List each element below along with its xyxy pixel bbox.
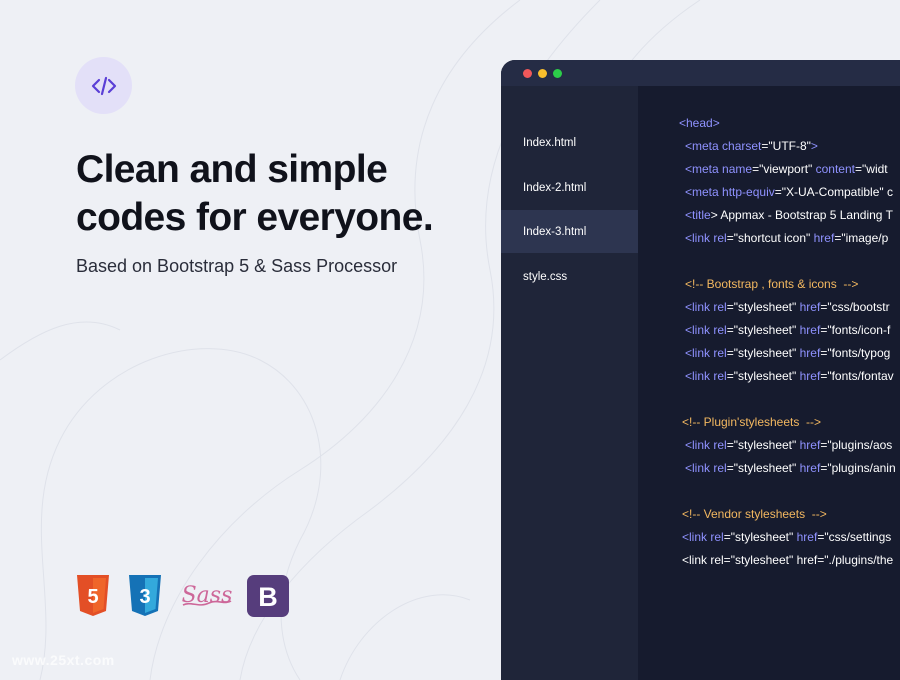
file-item-index-html[interactable]: Index.html [501, 121, 638, 164]
code-line: <link rel="stylesheet" href="plugins/aos [685, 438, 893, 452]
hero-headline: Clean and simple codes for everyone. [76, 148, 434, 239]
code-pane[interactable]: <head> <meta charset="UTF-8"> <meta name="… [638, 86, 900, 680]
sass-icon: Sass [182, 583, 233, 608]
svg-text:B: B [258, 582, 278, 612]
hero-subheadline: Based on Bootstrap 5 & Sass Processor [76, 256, 398, 276]
code-editor-window: Index.html Index-2.html Index-3.html sty… [501, 60, 900, 680]
close-window-button[interactable] [523, 69, 532, 78]
code-line: <!-- Bootstrap , fonts & icons --> [685, 277, 859, 291]
svg-text:Sass: Sass [182, 583, 233, 608]
html5-icon: 5 [77, 575, 109, 616]
code-line: <link rel="stylesheet" href="css/setting… [682, 530, 892, 544]
code-icon-badge [75, 57, 132, 114]
code-line: <link rel="shortcut icon" href="image/p [685, 231, 889, 245]
code-line: <link rel="stylesheet" href="plugins/ani… [685, 461, 896, 475]
watermark: www.25xt.com [12, 652, 115, 668]
svg-text:5: 5 [87, 586, 98, 608]
code-icon [91, 76, 116, 95]
bootstrap-icon: B [247, 575, 289, 617]
editor-titlebar [501, 60, 900, 86]
code-line: <head> [679, 116, 720, 130]
file-item-style-css[interactable]: style.css [501, 255, 638, 298]
minimize-window-button[interactable] [538, 69, 547, 78]
code-line: <meta name="viewport" content="widt [685, 162, 888, 176]
css3-icon: 3 [129, 575, 161, 616]
file-sidebar: Index.html Index-2.html Index-3.html sty… [501, 86, 638, 680]
file-item-index-2-html[interactable]: Index-2.html [501, 166, 638, 209]
code-line: <!-- Vendor stylesheets --> [682, 507, 827, 521]
code-line: <link rel="stylesheet" href="css/bootstr [685, 300, 890, 314]
svg-text:3: 3 [139, 586, 150, 608]
code-line: <title> Appmax - Bootstrap 5 Landing T [685, 208, 893, 222]
code-line: <link rel="stylesheet" href="./plugins/t… [682, 553, 894, 567]
code-line: <meta charset="UTF-8"> [685, 139, 818, 153]
maximize-window-button[interactable] [553, 69, 562, 78]
code-line: <link rel="stylesheet" href="fonts/icon-… [685, 323, 891, 337]
code-line: <link rel="stylesheet" href="fonts/typog [685, 346, 891, 360]
file-item-index-3-html[interactable]: Index-3.html [501, 210, 638, 253]
code-line: <!-- Plugin'stylesheets --> [682, 415, 822, 429]
code-line: <link rel="stylesheet" href="fonts/fonta… [685, 369, 894, 383]
code-line: <meta http-equiv="X-UA-Compatible" c [685, 185, 893, 199]
